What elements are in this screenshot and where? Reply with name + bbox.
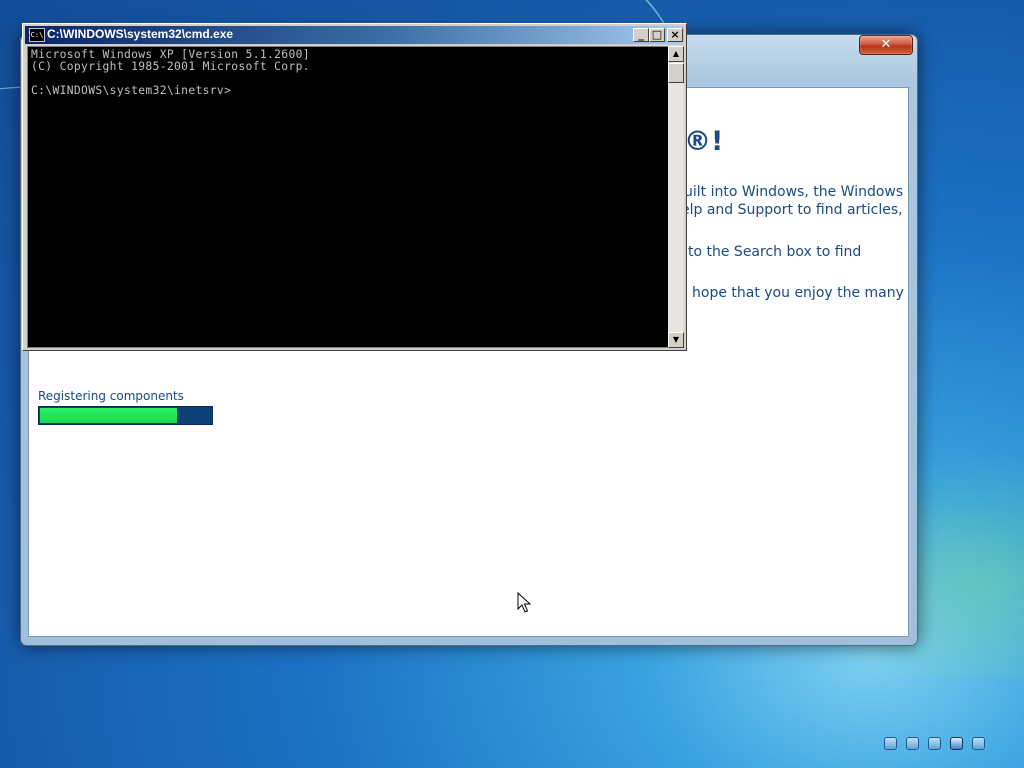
cmd-window[interactable]: C:\ C:\WINDOWS\system32\cmd.exe _ □ × Mi… [22, 23, 687, 351]
console-icon[interactable]: C:\ [29, 28, 45, 42]
minimize-button[interactable]: _ [633, 28, 649, 42]
cmd-titlebar[interactable]: C:\ C:\WINDOWS\system32\cmd.exe _ □ × [25, 26, 684, 44]
setup-text-line: uilt into Windows, the Windows [684, 184, 904, 200]
progress-fill [40, 408, 177, 423]
step-dot [906, 737, 919, 750]
scroll-down-arrow-icon[interactable]: ▼ [668, 332, 684, 348]
console-output[interactable]: Microsoft Windows XP [Version 5.1.2600] … [27, 46, 668, 348]
setup-close-button[interactable]: ✕ [859, 35, 913, 55]
setup-text-line: elp and Support to find articles, [681, 202, 903, 218]
setup-step-indicator [884, 737, 985, 750]
setup-heading: ®! [684, 126, 724, 157]
console-prompt: C:\WINDOWS\system32\inetsrv> [31, 84, 232, 97]
progress-bar [38, 406, 213, 425]
progress-label: Registering components [38, 389, 184, 403]
step-dot [972, 737, 985, 750]
setup-text-line: hope that you enjoy the many [692, 285, 904, 301]
scrollbar-thumb[interactable] [668, 63, 684, 83]
step-dot [928, 737, 941, 750]
close-button[interactable]: × [667, 28, 683, 42]
mouse-pointer-icon [517, 592, 531, 613]
console-line: (C) Copyright 1985-2001 Microsoft Corp. [31, 60, 310, 73]
setup-text-line: to the Search box to find [688, 244, 862, 260]
step-dot [950, 737, 963, 750]
desktop-background: ✕ ®! uilt into Windows, the Windows elp … [0, 0, 1024, 768]
vertical-scrollbar[interactable]: ▲ ▼ [668, 46, 684, 348]
cmd-title: C:\WINDOWS\system32\cmd.exe [47, 27, 234, 41]
maximize-button[interactable]: □ [649, 28, 665, 42]
step-dot [884, 737, 897, 750]
scroll-up-arrow-icon[interactable]: ▲ [668, 46, 684, 62]
